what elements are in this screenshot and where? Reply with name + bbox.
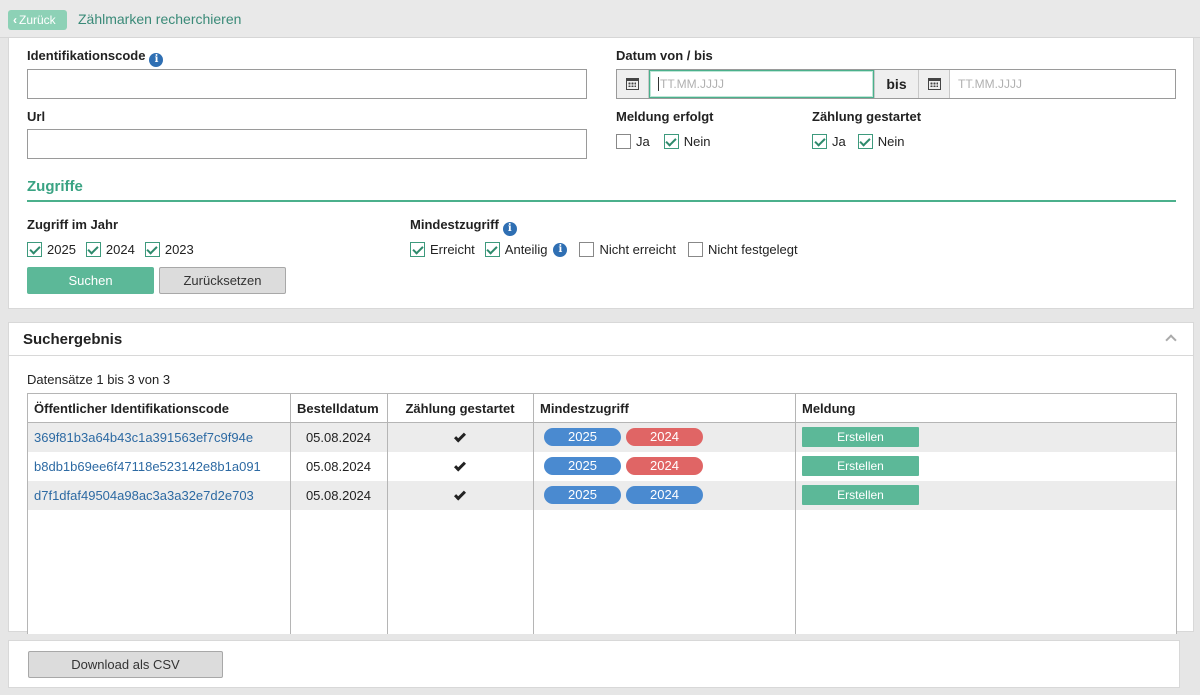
badges-cell: 2025 2024 xyxy=(533,422,796,452)
started-cell xyxy=(387,480,534,510)
date-range: TT.MM.JJJJ bis TT.MM.JJJJ xyxy=(616,69,1176,99)
table-empty-space xyxy=(27,509,1177,634)
min-options: Erreicht Anteilig i Nicht erreicht Nicht … xyxy=(410,242,812,257)
date-cell: 05.08.2024 xyxy=(290,451,388,481)
calendar-icon xyxy=(927,78,941,90)
info-icon[interactable]: i xyxy=(553,242,568,257)
year-badge: 2025 xyxy=(544,486,621,504)
min-nicht-erreicht-checkbox[interactable]: Nicht erreicht xyxy=(579,242,676,257)
code-cell: 369f81b3a64b43c1a391563ef7c9f94e xyxy=(27,422,291,452)
table-header-row: Öffentlicher Identifikationscode Bestell… xyxy=(27,393,1177,423)
min-erreicht-checkbox[interactable]: Erreicht xyxy=(410,242,475,257)
year-label: Zugriff im Jahr xyxy=(27,217,119,232)
info-icon[interactable]: i xyxy=(149,53,164,67)
info-icon[interactable]: i xyxy=(502,222,517,236)
top-bar: ‹ Zurück Zählmarken recherchieren xyxy=(0,0,1200,38)
check-icon xyxy=(453,430,467,443)
date-cell: 05.08.2024 xyxy=(290,480,388,510)
table-row: 369f81b3a64b43c1a391563ef7c9f94e 05.08.2… xyxy=(27,422,1177,452)
started-cell xyxy=(387,451,534,481)
meldung-options: Ja Nein xyxy=(616,134,724,149)
section-divider xyxy=(27,200,1176,202)
started-cell xyxy=(387,422,534,452)
date-label: Datum von / bis xyxy=(616,48,713,63)
check-icon xyxy=(453,487,467,501)
code-cell: b8db1b69ee6f47118e523142e8b1a091 xyxy=(27,451,291,481)
results-panel: Suchergebnis Datensätze 1 bis 3 von 3 Öf… xyxy=(8,322,1194,634)
meldung-ja-checkbox[interactable]: Ja xyxy=(616,134,650,149)
column-header[interactable]: Zählung gestartet xyxy=(387,393,534,423)
filter-panel: Identifikationscode i Url Datum von / bis… xyxy=(8,38,1194,309)
year-options: 2025 2024 2023 xyxy=(27,242,208,257)
erstellen-button[interactable]: Erstellen xyxy=(802,485,919,505)
zahlung-options: Ja Nein xyxy=(812,134,918,149)
ident-input[interactable] xyxy=(27,69,587,99)
zahlung-ja-checkbox[interactable]: Ja xyxy=(812,134,846,149)
download-csv-button[interactable]: Download als CSV xyxy=(28,651,223,678)
chevron-up-icon[interactable] xyxy=(1165,334,1177,346)
min-label: Mindestzugriff i xyxy=(410,217,517,236)
date-from-placeholder: TT.MM.JJJJ xyxy=(660,77,724,91)
column-header[interactable]: Bestelldatum xyxy=(290,393,388,423)
code-link[interactable]: 369f81b3a64b43c1a391563ef7c9f94e xyxy=(34,430,253,445)
date-bis-label: bis xyxy=(874,70,918,98)
year-badge: 2024 xyxy=(626,486,703,504)
check-icon xyxy=(453,458,467,472)
table-row: d7f1dfaf49504a98ac3a3a32e7d2e703 05.08.2… xyxy=(27,480,1177,510)
records-count: Datensätze 1 bis 3 von 3 xyxy=(27,372,171,387)
table-row: b8db1b69ee6f47118e523142e8b1a091 05.08.2… xyxy=(27,451,1177,481)
code-link[interactable]: b8db1b69ee6f47118e523142e8b1a091 xyxy=(34,459,261,474)
meldung-nein-checkbox[interactable]: Nein xyxy=(663,134,710,149)
column-header[interactable]: Öffentlicher Identifikationscode xyxy=(27,393,291,423)
erstellen-button[interactable]: Erstellen xyxy=(802,456,919,476)
code-cell: d7f1dfaf49504a98ac3a3a32e7d2e703 xyxy=(27,480,291,510)
calendar-icon xyxy=(626,78,639,90)
year-2025-checkbox[interactable]: 2025 xyxy=(27,242,76,257)
date-cell: 05.08.2024 xyxy=(290,422,388,452)
results-header: Suchergebnis xyxy=(9,323,1193,356)
date-from-input[interactable]: TT.MM.JJJJ xyxy=(649,70,874,98)
date-to-placeholder: TT.MM.JJJJ xyxy=(958,77,1022,91)
ident-label: Identifikationscode i xyxy=(27,48,164,67)
zahlung-label: Zählung gestartet xyxy=(812,109,922,124)
results-title: Suchergebnis xyxy=(23,331,123,348)
results-table: Öffentlicher Identifikationscode Bestell… xyxy=(27,393,1177,634)
year-badge: 2024 xyxy=(626,428,703,447)
year-2024-checkbox[interactable]: 2024 xyxy=(85,242,135,257)
page-title: Zählmarken recherchieren xyxy=(78,11,242,27)
erstellen-button[interactable]: Erstellen xyxy=(802,427,919,448)
year-badge: 2025 xyxy=(544,457,621,475)
column-header[interactable]: Mindestzugriff xyxy=(533,393,796,423)
url-label: Url xyxy=(27,109,46,124)
year-badge: 2025 xyxy=(544,428,621,447)
min-anteilig-checkbox[interactable]: Anteilig i xyxy=(484,242,568,257)
date-to-input[interactable]: TT.MM.JJJJ xyxy=(950,70,1175,98)
back-button[interactable]: ‹ Zurück xyxy=(8,10,67,30)
chevron-left-icon: ‹ xyxy=(13,13,17,27)
reset-button[interactable]: Zurücksetzen xyxy=(159,267,286,294)
meldung-label: Meldung erfolgt xyxy=(616,109,714,124)
column-header[interactable]: Meldung xyxy=(795,393,1177,423)
zahlung-nein-checkbox[interactable]: Nein xyxy=(857,134,904,149)
year-2023-checkbox[interactable]: 2023 xyxy=(144,242,194,257)
year-badge: 2024 xyxy=(626,457,703,475)
url-input[interactable] xyxy=(27,129,587,159)
min-nicht-festgelegt-checkbox[interactable]: Nicht festgelegt xyxy=(688,242,798,257)
code-link[interactable]: d7f1dfaf49504a98ac3a3a32e7d2e703 xyxy=(34,488,254,503)
section-title-zugriffe: Zugriffe xyxy=(27,178,83,195)
calendar-from-button[interactable] xyxy=(617,70,649,98)
action-cell: Erstellen xyxy=(795,422,1177,452)
badges-cell: 2025 2024 xyxy=(533,451,796,481)
calendar-to-button[interactable] xyxy=(918,70,950,98)
footer-panel: Download als CSV xyxy=(8,640,1180,688)
back-label: Zurück xyxy=(19,13,56,27)
action-cell: Erstellen xyxy=(795,451,1177,481)
badges-cell: 2025 2024 xyxy=(533,480,796,510)
action-cell: Erstellen xyxy=(795,480,1177,510)
search-button[interactable]: Suchen xyxy=(27,267,154,294)
